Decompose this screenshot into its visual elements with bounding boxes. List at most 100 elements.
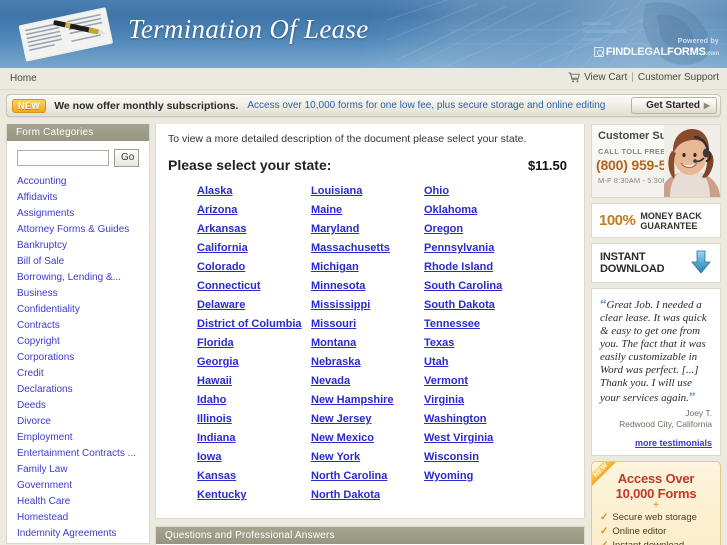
state-link[interactable]: Wyoming: [424, 468, 572, 485]
get-started-button[interactable]: Get Started ▶: [631, 97, 717, 114]
promo-strip-wrapper: NEW We now offer monthly subscriptions. …: [0, 90, 727, 122]
sidebar-category-item[interactable]: Bill of Sale: [17, 254, 149, 270]
state-link[interactable]: Texas: [424, 335, 572, 352]
sidebar-category-item[interactable]: Indemnity Agreements: [17, 526, 149, 542]
state-link[interactable]: Oklahoma: [424, 202, 572, 219]
sidebar-category-item[interactable]: Deeds: [17, 398, 149, 414]
subscription-title-line1: Access Over: [617, 471, 695, 486]
state-link[interactable]: Georgia: [197, 354, 311, 371]
state-link[interactable]: Utah: [424, 354, 572, 371]
view-cart-link[interactable]: View Cart: [584, 72, 627, 83]
sidebar-category-item[interactable]: Family Law: [17, 462, 149, 478]
sidebar-category-item[interactable]: Employment: [17, 430, 149, 446]
select-state-header: Please select your state: $11.50: [168, 157, 572, 173]
sidebar-category-item[interactable]: Bankruptcy: [17, 238, 149, 254]
document-pen-icon: [18, 7, 113, 62]
search-input[interactable]: [17, 150, 109, 166]
sidebar-category-item[interactable]: Health Care: [17, 494, 149, 510]
state-link[interactable]: District of Columbia: [197, 316, 311, 333]
state-link[interactable]: Kentucky: [197, 487, 311, 504]
sidebar-category-item[interactable]: Assignments: [17, 206, 149, 222]
state-link[interactable]: Virginia: [424, 392, 572, 409]
state-link[interactable]: Nevada: [311, 373, 424, 390]
questions-answers-panel: Questions and Professional Answers lease…: [155, 526, 585, 545]
state-link[interactable]: Maine: [311, 202, 424, 219]
state-link[interactable]: South Carolina: [424, 278, 572, 295]
form-categories-sidebar: Form Categories Go Accounting Affidavits A…: [6, 124, 150, 544]
sidebar-category-item[interactable]: Credit: [17, 366, 149, 382]
state-link[interactable]: Iowa: [197, 449, 311, 466]
state-link[interactable]: Louisiana: [311, 183, 424, 200]
more-testimonials-link[interactable]: more testimonials: [635, 438, 712, 448]
sidebar-category-item[interactable]: Intellectual Property: [17, 542, 149, 543]
category-list: Accounting Affidavits Assignments Attorney …: [7, 174, 149, 543]
state-link[interactable]: Tennessee: [424, 316, 572, 333]
sidebar-category-item[interactable]: Declarations: [17, 382, 149, 398]
sidebar-category-item[interactable]: Attorney Forms & Guides: [17, 222, 149, 238]
state-link[interactable]: New Jersey: [311, 411, 424, 428]
state-link[interactable]: Oregon: [424, 221, 572, 238]
state-link[interactable]: Mississippi: [311, 297, 424, 314]
state-link[interactable]: Minnesota: [311, 278, 424, 295]
customer-support-card: Customer Support CALL TOLL FREE (800) 95…: [591, 124, 721, 198]
state-link[interactable]: Wisconsin: [424, 449, 572, 466]
state-link[interactable]: Montana: [311, 335, 424, 352]
state-link[interactable]: Massachusetts: [311, 240, 424, 257]
state-link[interactable]: Missouri: [311, 316, 424, 333]
state-link[interactable]: West Virginia: [424, 430, 572, 447]
sidebar-category-item[interactable]: Corporations: [17, 350, 149, 366]
state-link[interactable]: Arizona: [197, 202, 311, 219]
state-link[interactable]: Michigan: [311, 259, 424, 276]
state-link[interactable]: Rhode Island: [424, 259, 572, 276]
state-link[interactable]: Kansas: [197, 468, 311, 485]
sidebar-category-item[interactable]: Copyright: [17, 334, 149, 350]
state-link[interactable]: Idaho: [197, 392, 311, 409]
state-link[interactable]: Hawaii: [197, 373, 311, 390]
breadcrumb-home-link[interactable]: Home: [10, 73, 37, 84]
state-link[interactable]: New Hampshire: [311, 392, 424, 409]
state-link[interactable]: Connecticut: [197, 278, 311, 295]
findlegalforms-logo[interactable]: FINDLEGALFORMS.com: [593, 46, 719, 58]
qa-panel-heading: Questions and Professional Answers: [156, 527, 584, 544]
brand-legal: LEGAL: [630, 46, 668, 58]
state-link[interactable]: Maryland: [311, 221, 424, 238]
state-link[interactable]: North Dakota: [311, 487, 424, 504]
state-link[interactable]: Delaware: [197, 297, 311, 314]
state-link[interactable]: Vermont: [424, 373, 572, 390]
state-link[interactable]: New Mexico: [311, 430, 424, 447]
state-link[interactable]: Ohio: [424, 183, 572, 200]
subscription-feature-label: Online editor: [612, 526, 667, 537]
state-link[interactable]: Indiana: [197, 430, 311, 447]
instant-download-line1: INSTANT: [600, 251, 646, 263]
state-link[interactable]: Colorado: [197, 259, 311, 276]
state-link[interactable]: South Dakota: [424, 297, 572, 314]
sidebar-category-item[interactable]: Confidentiality: [17, 302, 149, 318]
testimonial-card: “Great Job. I needed a clear lease. It w…: [591, 288, 721, 456]
state-link[interactable]: Washington: [424, 411, 572, 428]
state-link[interactable]: California: [197, 240, 311, 257]
sidebar-category-item[interactable]: Contracts: [17, 318, 149, 334]
state-link[interactable]: New York: [311, 449, 424, 466]
state-link[interactable]: Pennsylvania: [424, 240, 572, 257]
search-go-button[interactable]: Go: [114, 149, 139, 167]
sidebar-category-item[interactable]: Divorce: [17, 414, 149, 430]
state-link[interactable]: Illinois: [197, 411, 311, 428]
magnifier-icon: [593, 47, 604, 57]
testimonial-author: Joey T.: [685, 408, 712, 418]
instant-download-line2: DOWNLOAD: [600, 263, 665, 275]
state-link[interactable]: Nebraska: [311, 354, 424, 371]
sidebar-category-item[interactable]: Homestead: [17, 510, 149, 526]
state-link[interactable]: Alaska: [197, 183, 311, 200]
sidebar-category-item[interactable]: Government: [17, 478, 149, 494]
state-link[interactable]: Arkansas: [197, 221, 311, 238]
sidebar-category-item[interactable]: Business: [17, 286, 149, 302]
customer-support-link[interactable]: Customer Support: [638, 72, 719, 83]
sidebar-category-item[interactable]: Affidavits: [17, 190, 149, 206]
state-link[interactable]: North Carolina: [311, 468, 424, 485]
intro-text: To view a more detailed description of t…: [168, 133, 527, 145]
sidebar-category-item[interactable]: Entertainment Contracts ...: [17, 446, 149, 462]
sidebar-category-item[interactable]: Accounting: [17, 174, 149, 190]
new-badge: NEW: [12, 98, 47, 113]
sidebar-category-item[interactable]: Borrowing, Lending &...: [17, 270, 149, 286]
state-link[interactable]: Florida: [197, 335, 311, 352]
